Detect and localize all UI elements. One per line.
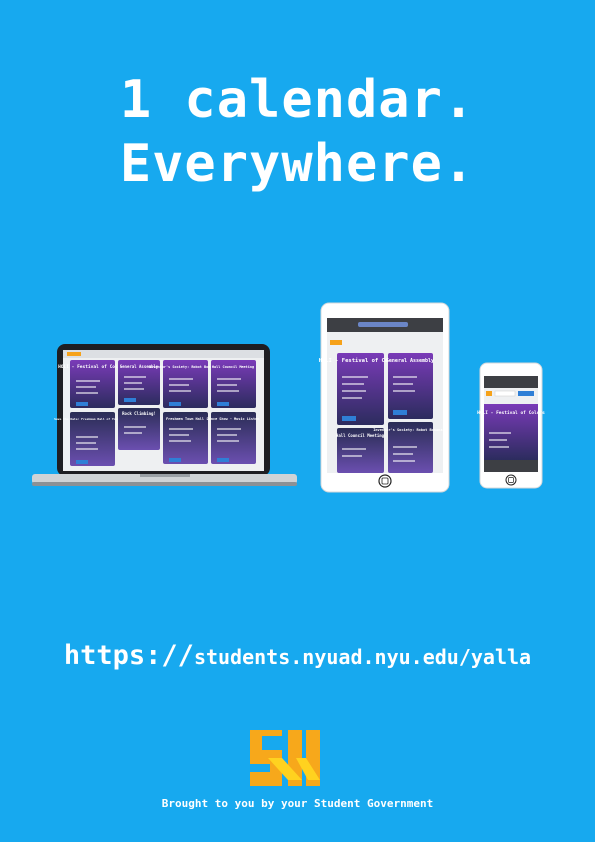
url-path: students.nyuad.nyu.edu/yalla: [193, 645, 532, 669]
event-card: HOLI - Festival of Colors: [477, 404, 545, 460]
card-title: Rock Climbing!: [122, 411, 156, 416]
card-title: HOLI - Festival of Colors: [477, 410, 545, 416]
event-card: Rock Climbing!: [118, 408, 160, 450]
event-card: General Assembly: [386, 353, 434, 419]
device-mockups: HOLI - Festival of Colors General Assemb…: [32, 302, 545, 493]
card-title: Inventor's Society: Robot Bonanza!: [373, 428, 447, 432]
card-title: Inventor's Society: Robot Bonanza!: [149, 365, 221, 369]
student-government-logo-icon: [250, 730, 320, 786]
phone-icon: HOLI - Festival of Colors: [477, 362, 545, 489]
card-title: HOLI - Festival of Colors: [58, 364, 126, 370]
tablet-icon: HOLI - Festival of Colors General Assemb…: [319, 302, 450, 493]
card-title: General Assembly: [386, 358, 434, 364]
event-card: Freshmen Town Hall: [163, 412, 208, 464]
credit-line: Brought to you by your Student Governmen…: [161, 797, 434, 810]
card-title: Dance Show - Music Listen: [207, 417, 260, 421]
event-card: Hall Council Meeting: [336, 428, 385, 473]
headline-line-2: Everywhere.: [119, 134, 476, 194]
website-url[interactable]: https://students.nyuad.nyu.edu/yalla: [0, 640, 595, 671]
card-title: Hall Council Meeting: [336, 433, 385, 438]
headline-line-1: 1 calendar.: [119, 70, 476, 130]
event-card: Dance Show - Music Listen: [207, 412, 260, 464]
card-title: Hall Council Meeting: [212, 365, 254, 369]
laptop-icon: HOLI - Festival of Colors General Assemb…: [32, 344, 297, 486]
url-protocol: https://: [63, 640, 194, 671]
card-title: Freshmen Town Hall: [166, 417, 204, 421]
